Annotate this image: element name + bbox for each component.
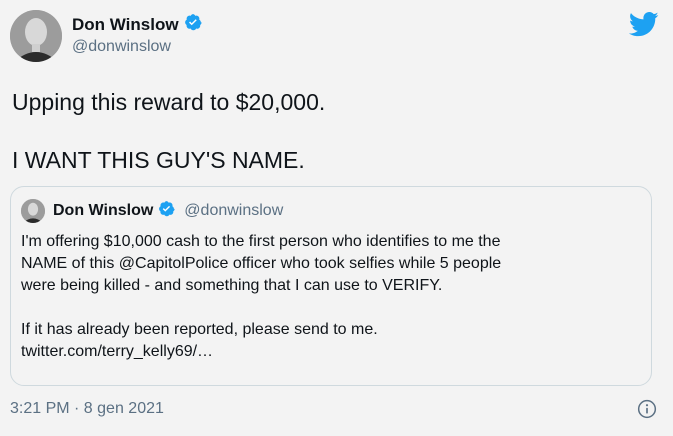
quoted-line: I'm offering $10,000 cash to the first p…: [21, 233, 501, 250]
avatar-icon: [10, 10, 62, 62]
quoted-author-name: Don Winslow: [53, 202, 154, 219]
quoted-tweet[interactable]: Don Winslow @donwinslow I'm offering $10…: [10, 186, 652, 386]
avatar-icon: [21, 199, 45, 223]
tweet-line: Upping this reward to $20,000.: [12, 89, 326, 115]
tweet-line: I WANT THIS GUY'S NAME.: [12, 147, 305, 173]
verified-badge-icon: [184, 13, 202, 36]
quoted-text: I'm offering $10,000 cash to the first p…: [21, 231, 641, 363]
author-name[interactable]: Don Winslow: [72, 15, 179, 35]
info-icon[interactable]: [637, 399, 657, 424]
tweet-timestamp[interactable]: 3:21 PM · 8 gen 2021: [10, 400, 164, 418]
quoted-line: were being killed - and something that I…: [21, 277, 443, 294]
author-handle[interactable]: @donwinslow: [72, 38, 171, 56]
quoted-author-handle: @donwinslow: [184, 202, 284, 219]
quoted-line: NAME of this @CapitolPolice officer who …: [21, 255, 502, 272]
quoted-link[interactable]: twitter.com/terry_kelly69/…: [21, 341, 641, 363]
twitter-bird-icon[interactable]: [628, 12, 659, 42]
author-name-row[interactable]: Don Winslow: [72, 13, 202, 36]
tweet-text: Upping this reward to $20,000. I WANT TH…: [12, 88, 652, 175]
quoted-line: If it has already been reported, please …: [21, 321, 378, 338]
avatar[interactable]: [10, 10, 62, 62]
quoted-avatar[interactable]: [21, 199, 45, 223]
quoted-header: Don Winslow @donwinslow: [53, 200, 283, 222]
verified-badge-icon: [158, 200, 175, 222]
